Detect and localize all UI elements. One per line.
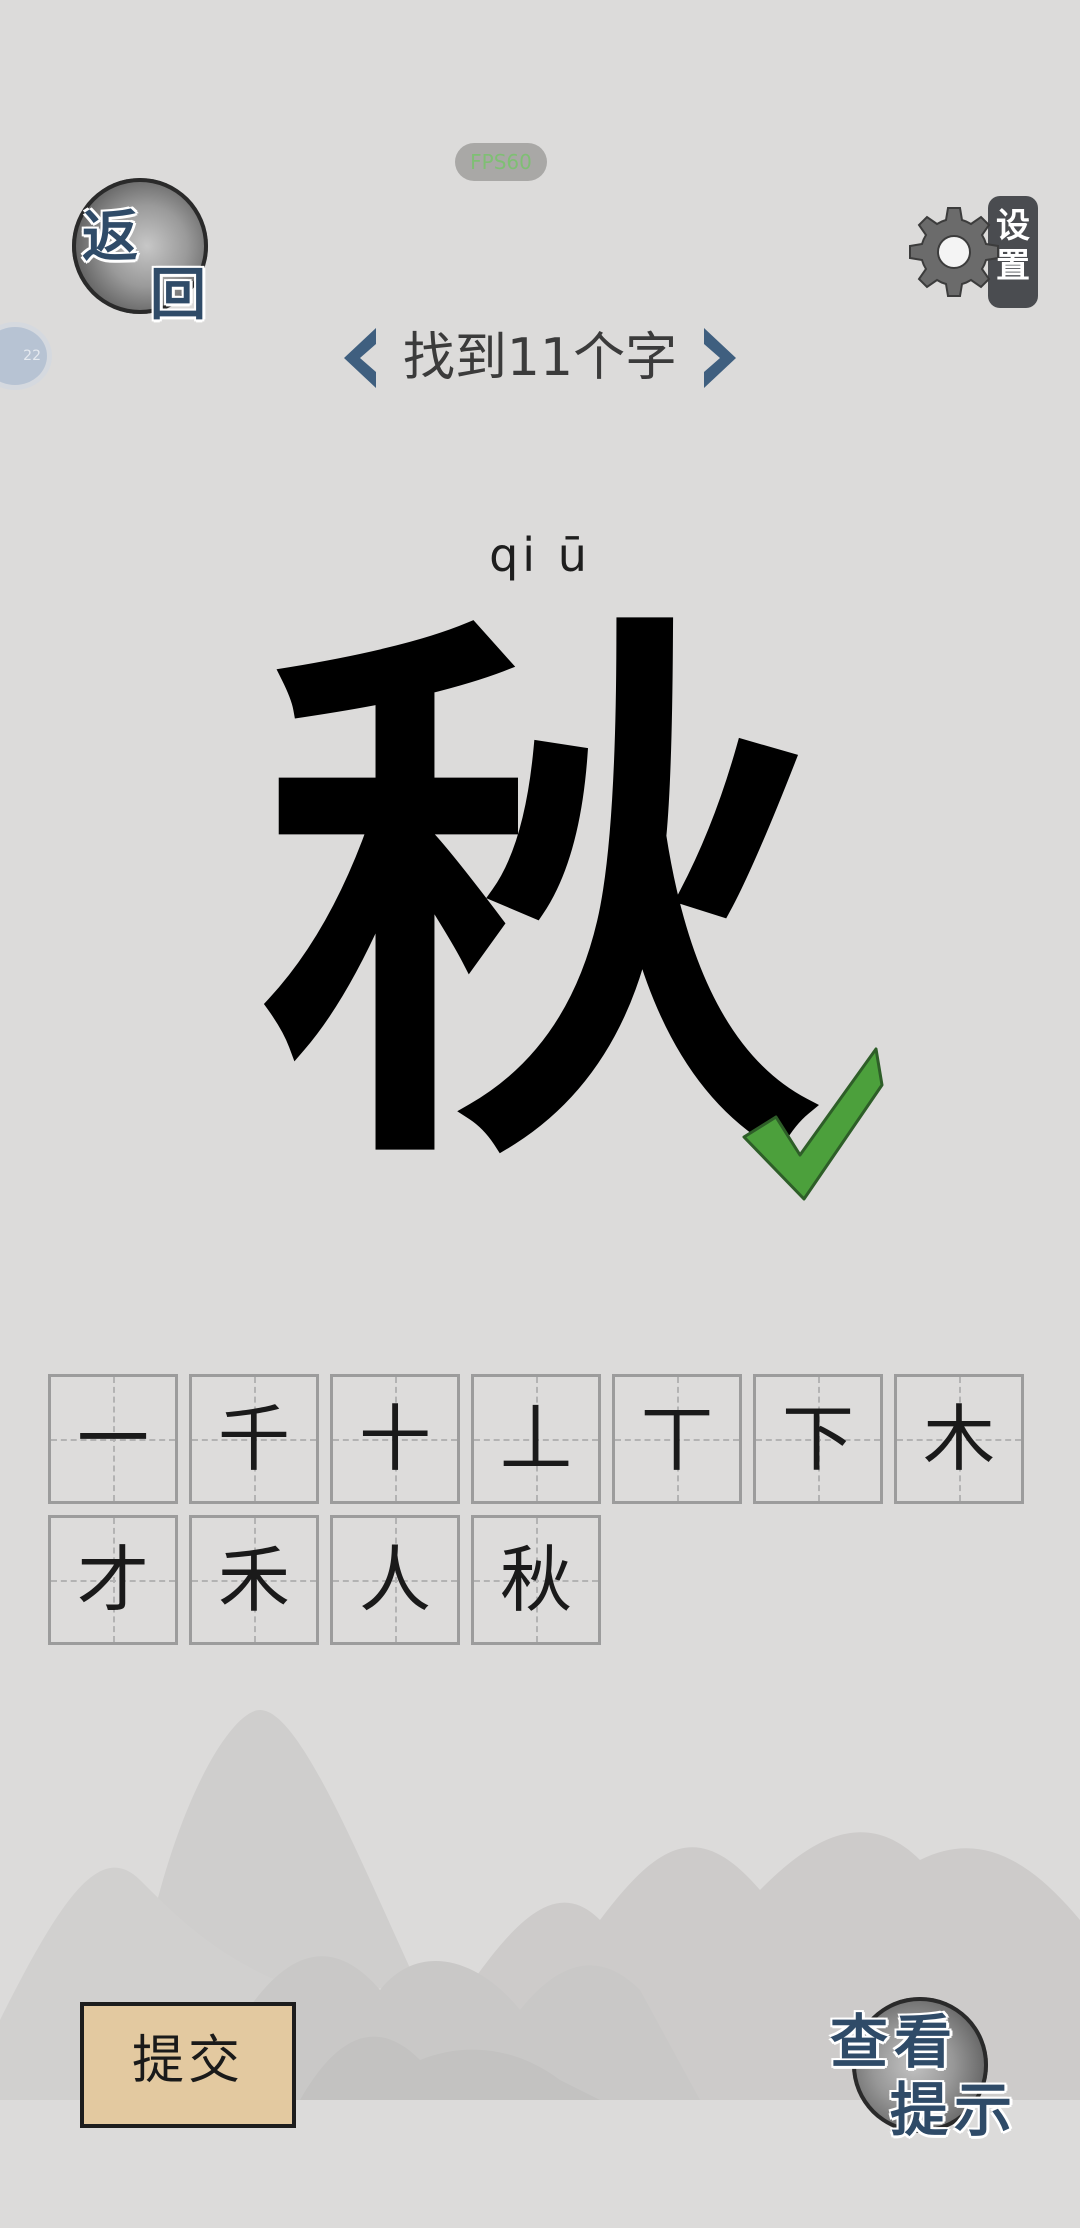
found-character: 下: [781, 1397, 854, 1481]
found-character: 丄: [499, 1397, 572, 1481]
found-character: 一: [76, 1397, 149, 1481]
settings-label: 设置: [996, 206, 1030, 286]
found-character: 千: [217, 1397, 290, 1481]
back-label-part-2: 回: [150, 262, 206, 328]
found-character: 木: [922, 1397, 995, 1481]
chevron-right-icon[interactable]: [700, 326, 740, 390]
found-character-cell[interactable]: 千: [189, 1374, 319, 1504]
found-character-cell[interactable]: 才: [48, 1515, 178, 1645]
submit-label: 提交: [131, 2031, 244, 2091]
found-character: 才: [76, 1538, 149, 1622]
found-character: 秋: [499, 1538, 572, 1622]
found-character-cell[interactable]: 下: [753, 1374, 883, 1504]
found-character-cell[interactable]: 秋: [471, 1515, 601, 1645]
found-character: 禾: [217, 1538, 290, 1622]
found-character-cell[interactable]: 十: [330, 1374, 460, 1504]
hint-label-part-2: 提示: [890, 2076, 1019, 2144]
gear-icon: [909, 207, 999, 297]
found-character: 十: [358, 1397, 431, 1481]
found-character-cell[interactable]: 丄: [471, 1374, 601, 1504]
found-character-cell[interactable]: 人: [330, 1515, 460, 1645]
checkmark-icon: [742, 1047, 884, 1201]
side-floating-button[interactable]: 22: [0, 322, 52, 390]
fps-indicator: FPS60: [455, 143, 547, 181]
settings-button[interactable]: 设置: [900, 192, 1050, 312]
found-character-cell[interactable]: 木: [894, 1374, 1024, 1504]
found-character-cell[interactable]: 丅: [612, 1374, 742, 1504]
back-label-part-1: 返: [82, 204, 138, 270]
found-character: 人: [358, 1538, 431, 1622]
found-character-cell[interactable]: 禾: [189, 1515, 319, 1645]
hint-button[interactable]: 查看 提示: [820, 1985, 1030, 2145]
chevron-left-icon[interactable]: [340, 326, 380, 390]
back-button[interactable]: 返 回: [62, 172, 214, 328]
title-text: 找到11个字: [402, 328, 678, 388]
level-title: 找到11个字: [340, 322, 740, 394]
found-characters-grid: 一千十丄丅下木才禾人秋: [48, 1374, 1038, 1654]
found-character-cell[interactable]: 一: [48, 1374, 178, 1504]
found-character: 丅: [640, 1397, 713, 1481]
submit-button[interactable]: 提交: [80, 2002, 296, 2128]
